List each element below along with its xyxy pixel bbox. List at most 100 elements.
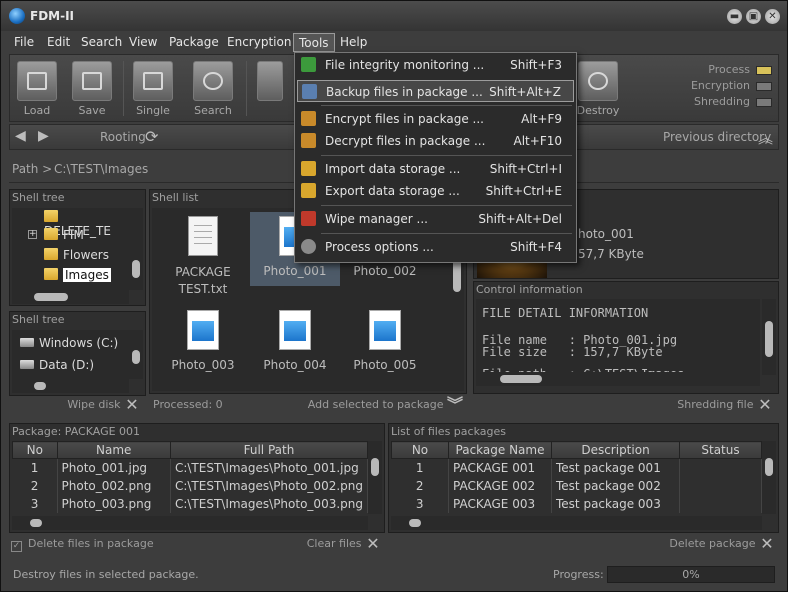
package-hscrollbar[interactable] [12, 516, 368, 530]
window-title: FDM-II [30, 9, 75, 23]
menu-file[interactable]: File [9, 33, 39, 52]
preview-name: hoto_001 [578, 227, 634, 241]
package-title: Package: PACKAGE 001 [12, 425, 141, 438]
clear-files-button[interactable]: Clear files ✕ [281, 533, 381, 555]
up-chevron-icon[interactable]: ︽ [758, 127, 773, 148]
shell-tree-hscrollbar[interactable] [12, 290, 129, 304]
check-icon [301, 57, 316, 72]
folder-icon [44, 210, 58, 222]
shell-tree-panel: Shell tree DELETE_TE + FIM Flowers Image… [9, 189, 146, 306]
folder-icon [44, 248, 58, 260]
packages-scrollbar[interactable] [762, 441, 776, 514]
processed-count: Processed: 0 [153, 398, 223, 411]
package-scrollbar[interactable] [368, 441, 382, 514]
table-row[interactable]: 2 PACKAGE 002 Test package 002 [391, 476, 762, 495]
double-down-icon: ︾ [447, 395, 464, 414]
menu-item-encrypt[interactable]: Encrypt files in package ... Alt+F9 [297, 108, 574, 130]
save-button[interactable]: Save [67, 57, 117, 119]
column-header[interactable]: Description [551, 441, 680, 459]
column-header[interactable]: Name [56, 441, 171, 459]
destroy-button[interactable]: Destroy [573, 57, 623, 119]
menu-item-backup[interactable]: Backup files in package ... Shift+Alt+Z [297, 80, 574, 102]
column-header[interactable]: No [12, 441, 58, 459]
file-item[interactable]: Photo_003 [158, 310, 248, 372]
tree-item-images[interactable]: Images [44, 268, 111, 282]
path-value: C:\TEST\Images [54, 162, 149, 176]
menu-help[interactable]: Help [335, 33, 372, 52]
menu-item-export[interactable]: Export data storage ... Shift+Ctrl+E [297, 180, 574, 202]
packages-list-title: List of files packages [391, 425, 506, 438]
load-icon [17, 61, 57, 101]
export-icon [301, 183, 316, 198]
table-row[interactable]: 3 Photo_003.png C:\TEST\Images\Photo_003.p… [12, 494, 369, 513]
menu-view[interactable]: View [124, 33, 162, 52]
packages-list-panel: List of files packages No Package Name Des… [388, 423, 779, 533]
shredding-file-button[interactable]: Shredding file ✕ [473, 394, 779, 416]
add-to-package-button[interactable]: Add selected to package ︾ [301, 394, 463, 416]
back-arrow-icon[interactable]: ◀ [15, 128, 26, 144]
package-panel: Package: PACKAGE 001 No Name Full Path 1 Ph… [9, 423, 385, 533]
forward-arrow-icon[interactable]: ▶ [38, 128, 49, 144]
table-row[interactable]: 2 Photo_002.png C:\TEST\Images\Photo_002.p… [12, 476, 369, 495]
single-button[interactable]: Single [128, 57, 178, 119]
package-table: No Name Full Path 1 Photo_001.jpg C:\TEST\Im… [12, 441, 369, 513]
delete-package-button[interactable]: Delete package ✕ [601, 533, 775, 555]
menu-tools[interactable]: Tools [293, 33, 335, 52]
wipe-disk-button[interactable]: Wipe disk ✕ [9, 394, 146, 416]
file-item[interactable]: Photo_005 [340, 310, 430, 372]
file-item[interactable]: PACKAGE TEST.txt [158, 216, 248, 298]
close-button[interactable]: ✕ [765, 9, 780, 24]
refresh-icon[interactable]: ⟳ [145, 127, 158, 146]
folder-icon [44, 228, 58, 240]
backup-icon [302, 84, 317, 99]
expand-icon[interactable]: + [28, 230, 37, 239]
unlock-icon [301, 133, 316, 148]
minimize-button[interactable]: ▬ [727, 9, 742, 24]
drive-icon [20, 360, 34, 369]
title-bar[interactable]: FDM-II ▬ ▣ ✕ [1, 1, 787, 31]
menu-search[interactable]: Search [76, 33, 127, 52]
drive-item-d[interactable]: Data (D:) [20, 358, 94, 372]
text-file-icon [188, 216, 218, 256]
rooting-label[interactable]: Rooting [100, 130, 146, 144]
menu-edit[interactable]: Edit [42, 33, 75, 52]
image-file-icon [187, 310, 219, 350]
menu-item-file-integrity[interactable]: File integrity monitoring ... Shift+F3 [297, 54, 574, 76]
menu-item-wipe-manager[interactable]: Wipe manager ... Shift+Alt+Del [297, 208, 574, 230]
packages-hscrollbar[interactable] [391, 516, 762, 530]
table-row[interactable]: 1 PACKAGE 001 Test package 001 [391, 458, 762, 477]
search-button[interactable]: Search [188, 57, 238, 119]
maximize-button[interactable]: ▣ [746, 9, 761, 24]
status-text: Destroy files in selected package. [13, 568, 199, 581]
menu-item-process-options[interactable]: Process options ... Shift+F4 [297, 236, 574, 258]
column-header[interactable]: Package Name [448, 441, 552, 459]
shell-tree-scrollbar[interactable] [129, 208, 143, 290]
table-row[interactable]: 3 PACKAGE 003 Test package 003 [391, 494, 762, 513]
tree-item-flowers[interactable]: Flowers [44, 248, 109, 262]
drive-item-c[interactable]: Windows (C:) [20, 336, 118, 350]
column-header[interactable]: No [391, 441, 449, 459]
image-file-icon [369, 310, 401, 350]
column-header[interactable]: Full Path [169, 441, 369, 459]
shredding-indicator: Shredding [662, 95, 772, 109]
menu-package[interactable]: Package [164, 33, 224, 52]
drive-tree-scrollbar[interactable] [129, 330, 143, 379]
load-button[interactable]: Load [12, 57, 62, 119]
control-info-hscrollbar[interactable] [476, 372, 760, 386]
column-header[interactable]: Status [679, 441, 762, 459]
menu-encryption[interactable]: Encryption [222, 33, 296, 52]
menu-item-import[interactable]: Import data storage ... Shift+Ctrl+I [297, 158, 574, 180]
table-row[interactable]: 1 Photo_001.jpg C:\TEST\Images\Photo_001.j… [12, 458, 369, 477]
menu-item-decrypt[interactable]: Decrypt files in package ... Alt+F10 [297, 130, 574, 152]
previous-directory-button[interactable]: Previous directory [663, 130, 771, 144]
add-button[interactable] [250, 57, 290, 119]
drive-tree-hscrollbar[interactable] [12, 379, 129, 393]
app-logo-icon [9, 8, 25, 24]
tree-item-fim[interactable]: FIM [44, 228, 84, 242]
drive-tree-panel: Shell tree Windows (C:) Data (D:) [9, 311, 146, 396]
folder-icon [44, 268, 58, 280]
control-info-text: FILE DETAIL INFORMATION File name : Phot… [476, 299, 760, 375]
control-info-scrollbar[interactable] [762, 299, 776, 375]
file-item[interactable]: Photo_004 [250, 310, 340, 372]
delete-files-checkbox[interactable]: ✓ Delete files in package [11, 533, 154, 555]
